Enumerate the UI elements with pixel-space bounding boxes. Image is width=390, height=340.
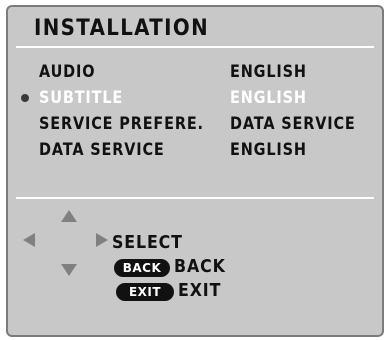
arrow-left-icon <box>23 233 35 247</box>
menu-item-value: ENGLISH <box>230 62 307 82</box>
menu-item-label: SERVICE PREFERE. <box>39 114 204 134</box>
arrow-up-icon <box>61 210 77 222</box>
arrow-down-icon <box>61 264 77 276</box>
back-key-icon: BACK <box>114 259 170 277</box>
exit-key-icon: EXIT <box>116 283 174 301</box>
menu-item-label: AUDIO <box>39 62 96 82</box>
menu-item-value: ENGLISH <box>230 88 307 108</box>
menu-item-value: ENGLISH <box>230 140 307 160</box>
menu-item-subtitle[interactable]: SUBTITLE ENGLISH <box>8 88 382 114</box>
menu-item-label: SUBTITLE <box>39 88 124 108</box>
arrow-right-icon <box>96 233 108 247</box>
menu-item-service-preference[interactable]: SERVICE PREFERE. DATA SERVICE <box>8 114 382 140</box>
help-divider <box>16 197 374 199</box>
menu-item-label: DATA SERVICE <box>39 140 165 160</box>
menu-item-data-service[interactable]: DATA SERVICE ENGLISH <box>8 140 382 166</box>
exit-hint: EXIT <box>178 280 222 301</box>
menu-item-audio[interactable]: AUDIO ENGLISH <box>8 62 382 88</box>
menu-item-value: DATA SERVICE <box>230 114 356 134</box>
select-hint: SELECT <box>112 232 183 253</box>
menu-title: INSTALLATION <box>34 16 209 41</box>
title-divider <box>16 46 374 48</box>
bullet-icon <box>21 94 29 102</box>
back-hint: BACK <box>174 256 226 277</box>
installation-menu-panel: INSTALLATION AUDIO ENGLISH SUBTITLE ENGL… <box>6 5 384 337</box>
